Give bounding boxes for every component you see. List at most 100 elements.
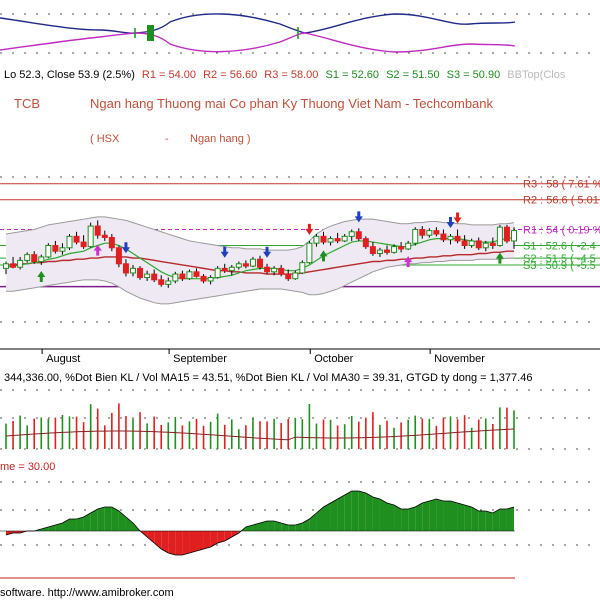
oscillator-area: [189, 531, 197, 553]
candle-body: [292, 272, 299, 280]
pivot-label-s3: S3 : 50.9 ( -5.5: [523, 260, 596, 272]
candle-body: [426, 230, 433, 236]
oscillator-area: [168, 531, 176, 555]
candle-body: [482, 242, 489, 249]
candle-body: [179, 273, 186, 280]
oscillator-area: [506, 507, 514, 531]
oscillator-area: [387, 503, 395, 531]
oscillator-area: [104, 507, 112, 531]
oscillator-area: [351, 491, 359, 531]
stock-chart: Lo 52.3, Close 53.9 (2.5%) R1 = 54.00 R2…: [0, 0, 600, 600]
candle-body: [59, 247, 66, 252]
oscillator-area: [203, 531, 211, 549]
candle-body: [405, 242, 412, 250]
oscillator-area: [330, 499, 338, 531]
candle-body: [73, 235, 80, 243]
exchange-dash: -: [165, 133, 169, 145]
candle-body: [468, 240, 475, 246]
candle-body: [249, 258, 256, 267]
candle-body: [334, 238, 341, 242]
candle-body: [228, 266, 235, 272]
month-label: August: [46, 353, 80, 365]
candle-body: [313, 235, 320, 244]
oscillator-area: [450, 501, 458, 531]
oscillator-header: me = 30.00: [0, 461, 55, 473]
oscillator-area: [182, 531, 190, 555]
oscillator-cross-marker: [147, 25, 154, 41]
pivot-label-r3: R3 : 58 ( 7.61 %: [523, 179, 600, 191]
candle-body: [299, 262, 306, 274]
candle-body: [242, 263, 249, 267]
oscillator-area: [69, 519, 77, 531]
candle-body: [440, 233, 447, 241]
oscillator-area: [499, 509, 507, 531]
candle-body: [207, 277, 214, 282]
oscillator-area: [478, 511, 486, 531]
oscillator-area: [422, 501, 430, 531]
pivot-label-r1: R1 : 54 ( 0.19 %: [523, 224, 600, 236]
ohlc-readout: Lo 52.3, Close 53.9 (2.5%) R1 = 54.00 R2…: [4, 69, 566, 81]
candle-body: [214, 267, 221, 279]
oscillator-area: [288, 525, 296, 531]
candle-body: [235, 263, 242, 268]
volume-header: 344,336.00, %Dot Bien KL / Vol MA15 = 43…: [4, 372, 532, 384]
oscillator-area: [429, 499, 437, 531]
oscillator-area: [379, 499, 387, 531]
ticker-symbol: TCB: [14, 96, 40, 111]
candle-body: [503, 226, 510, 242]
candle-body: [461, 240, 468, 246]
candle-body: [108, 236, 115, 249]
candle-body: [475, 240, 482, 249]
candle-body: [87, 225, 94, 248]
candle-body: [306, 242, 313, 264]
oscillator-area: [372, 497, 380, 531]
candle-body: [144, 273, 151, 279]
oscillator-area: [365, 493, 373, 531]
pivot-label-s1: S1 : 52.6 ( -2.4: [523, 240, 596, 252]
candle-body: [419, 228, 426, 236]
oscillator-area: [436, 499, 444, 531]
month-label: November: [434, 353, 485, 365]
candle-body: [172, 273, 179, 282]
candle-body: [115, 247, 122, 265]
candle-body: [320, 235, 327, 243]
month-label: October: [314, 353, 353, 365]
candle-body: [285, 273, 292, 280]
candle-body: [80, 241, 87, 248]
candle-body: [447, 235, 454, 241]
footer-credit: software. http://www.amibroker.com: [0, 587, 174, 599]
candle-body: [165, 280, 172, 285]
oscillator-area: [457, 503, 465, 531]
candle-body: [454, 235, 461, 242]
candle-body: [151, 273, 158, 281]
candle-body: [391, 246, 398, 253]
oscillator-area: [97, 507, 105, 531]
pivot-label-r2: R2 : 56.6 ( 5.01: [523, 195, 599, 207]
candle-body: [221, 267, 228, 272]
candle-body: [200, 275, 207, 282]
candle-body: [24, 254, 31, 261]
candle-body: [257, 258, 263, 268]
company-name: Ngan hang Thuong mai Co phan Ky Thuong V…: [90, 96, 494, 111]
oscillator-area: [401, 509, 409, 531]
oscillator-area: [408, 507, 416, 531]
candle-body: [3, 263, 9, 269]
candle-body: [158, 279, 165, 285]
oscillator-area: [323, 503, 331, 531]
candle-body: [362, 238, 369, 248]
candle-body: [52, 244, 59, 252]
candle-body: [17, 259, 24, 268]
candle-body: [137, 267, 144, 279]
candle-body: [496, 226, 503, 246]
candle-body: [412, 228, 419, 244]
exchange-label: ( HSX: [90, 133, 120, 145]
candle-body: [66, 235, 73, 249]
candle-body: [327, 238, 334, 243]
candle-body: [38, 256, 45, 263]
candle-body: [264, 266, 271, 273]
oscillator-area: [267, 521, 275, 531]
oscillator-area: [344, 491, 352, 531]
candle-body: [355, 231, 362, 240]
candle-body: [398, 246, 405, 250]
month-label: September: [173, 353, 227, 365]
